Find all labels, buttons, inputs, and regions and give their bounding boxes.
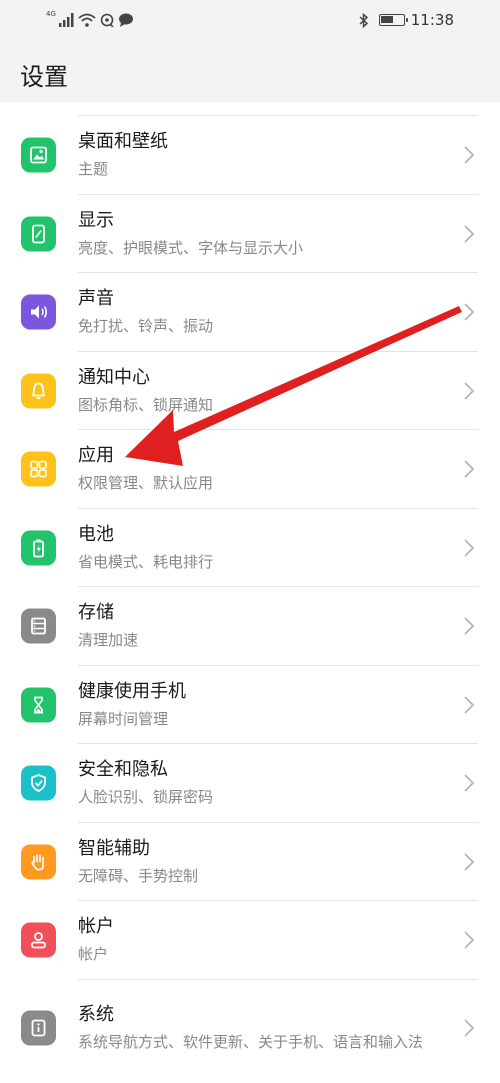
settings-item-title: 应用 xyxy=(78,445,114,467)
settings-item-title: 桌面和壁纸 xyxy=(78,131,168,153)
settings-item-title: 存储 xyxy=(78,602,114,624)
settings-item-subtitle: 省电模式、耗电排行 xyxy=(78,552,214,571)
settings-item-6[interactable]: 存储 清理加速 xyxy=(0,587,500,666)
status-left-icons: 4G xyxy=(46,10,134,30)
settings-item-title: 显示 xyxy=(78,209,114,231)
settings-item-2[interactable]: 声音免打扰、铃声、振动 xyxy=(0,273,500,352)
settings-item-8[interactable]: 安全和隐私人脸识别、锁屏密码 xyxy=(0,744,500,823)
settings-item-title: 智能辅助 xyxy=(78,837,150,859)
apps-icon xyxy=(21,451,56,487)
settings-item-title: 通知中心 xyxy=(78,366,150,388)
hourglass-icon xyxy=(21,687,56,723)
settings-item-title: 声音 xyxy=(78,288,114,310)
display-icon xyxy=(21,216,56,252)
settings-item-subtitle: 无障碍、手势控制 xyxy=(78,866,199,885)
sound-icon xyxy=(21,294,56,330)
battery-fill xyxy=(380,16,393,23)
chevron-right-icon xyxy=(464,931,475,949)
chevron-right-icon xyxy=(464,617,475,635)
bell-icon xyxy=(21,373,56,409)
settings-item-text: 显示亮度、护眼模式、字体与显示大小 xyxy=(78,208,440,260)
chevron-right-icon xyxy=(464,382,475,400)
settings-item-text: 电池省电模式、耗电排行 xyxy=(78,522,440,574)
bluetooth-icon xyxy=(359,12,368,28)
chevron-right-icon xyxy=(464,696,475,714)
storage-icon xyxy=(21,608,56,644)
settings-item-title: 系统 xyxy=(78,1003,114,1025)
page-title: 设置 xyxy=(20,63,68,91)
status-bar: 4G 11:38 xyxy=(0,0,500,40)
settings-item-subtitle: 权限管理、默认应用 xyxy=(78,474,214,493)
chevron-right-icon xyxy=(464,225,475,243)
chevron-right-icon xyxy=(464,539,475,557)
settings-item-5[interactable]: 电池省电模式、耗电排行 xyxy=(0,509,500,587)
settings-item-text: 应用权限管理、默认应用 xyxy=(78,443,440,495)
chevron-right-icon xyxy=(464,1018,475,1037)
settings-item-4[interactable]: 应用权限管理、默认应用 xyxy=(0,430,500,509)
settings-item-subtitle: 系统导航方式、软件更新、关于手机、语言和输入法 xyxy=(78,1032,424,1051)
chevron-right-icon xyxy=(464,853,475,871)
settings-item-7[interactable]: 健康使用手机 屏幕时间管理 xyxy=(0,666,500,744)
chevron-right-icon xyxy=(464,774,475,792)
settings-item-text: 系统系统导航方式、软件更新、关于手机、语言和输入法 xyxy=(78,1002,440,1054)
hotspot-icon xyxy=(100,13,114,27)
chevron-right-icon xyxy=(464,460,475,478)
settings-item-title: 健康使用手机 xyxy=(78,680,186,702)
settings-item-text: 帐户 帐户 xyxy=(78,914,440,966)
settings-item-3[interactable]: 通知中心图标角标、锁屏通知 xyxy=(0,352,500,430)
info-icon xyxy=(21,1010,56,1045)
settings-item-subtitle: 帐户 xyxy=(78,945,109,964)
list-top-divider xyxy=(78,102,478,116)
wifi-icon xyxy=(78,13,96,27)
settings-item-title: 帐户 xyxy=(78,916,114,938)
settings-item-title: 电池 xyxy=(78,523,114,545)
settings-item-text: 通知中心图标角标、锁屏通知 xyxy=(78,365,440,417)
settings-item-subtitle: 免打扰、铃声、振动 xyxy=(78,317,214,336)
signal-icon xyxy=(58,13,74,27)
settings-item-11[interactable]: 系统系统导航方式、软件更新、关于手机、语言和输入法 xyxy=(0,980,500,1076)
status-right-icons: 11:38 xyxy=(359,10,454,30)
settings-item-subtitle: 屏幕时间管理 xyxy=(78,709,169,728)
network-type-label: 4G xyxy=(46,10,56,18)
settings-item-text: 健康使用手机 屏幕时间管理 xyxy=(78,679,440,731)
status-time: 11:38 xyxy=(410,11,454,29)
wallpaper-icon xyxy=(21,137,56,173)
settings-item-subtitle: 清理加速 xyxy=(78,631,139,650)
settings-item-text: 智能辅助无障碍、手势控制 xyxy=(78,836,440,888)
chevron-right-icon xyxy=(464,303,475,321)
header: 设置 xyxy=(0,40,500,102)
settings-item-subtitle: 主题 xyxy=(78,160,109,179)
chevron-right-icon xyxy=(464,146,475,164)
settings-item-subtitle: 亮度、护眼模式、字体与显示大小 xyxy=(78,238,304,257)
settings-item-text: 桌面和壁纸 主题 xyxy=(78,129,440,181)
settings-item-9[interactable]: 智能辅助无障碍、手势控制 xyxy=(0,823,500,901)
settings-item-subtitle: 人脸识别、锁屏密码 xyxy=(78,788,214,807)
settings-item-1[interactable]: 显示亮度、护眼模式、字体与显示大小 xyxy=(0,195,500,273)
hand-icon xyxy=(21,844,56,880)
settings-item-text: 安全和隐私人脸识别、锁屏密码 xyxy=(78,757,440,809)
message-icon xyxy=(118,13,133,27)
user-icon xyxy=(21,922,56,958)
settings-item-text: 声音免打扰、铃声、振动 xyxy=(78,286,440,338)
settings-item-title: 安全和隐私 xyxy=(78,759,168,781)
battery-icon xyxy=(21,530,56,566)
settings-item-10[interactable]: 帐户 帐户 xyxy=(0,901,500,980)
settings-item-0[interactable]: 桌面和壁纸 主题 xyxy=(0,116,500,195)
shield-icon xyxy=(21,765,56,801)
settings-item-text: 存储 清理加速 xyxy=(78,600,440,652)
settings-item-subtitle: 图标角标、锁屏通知 xyxy=(78,395,214,414)
battery-indicator xyxy=(378,14,408,26)
settings-list: 桌面和壁纸主题显示亮度、护眼模式、字体与显示大小 声音免打扰、铃声、振动 通知中心图… xyxy=(0,102,500,1076)
